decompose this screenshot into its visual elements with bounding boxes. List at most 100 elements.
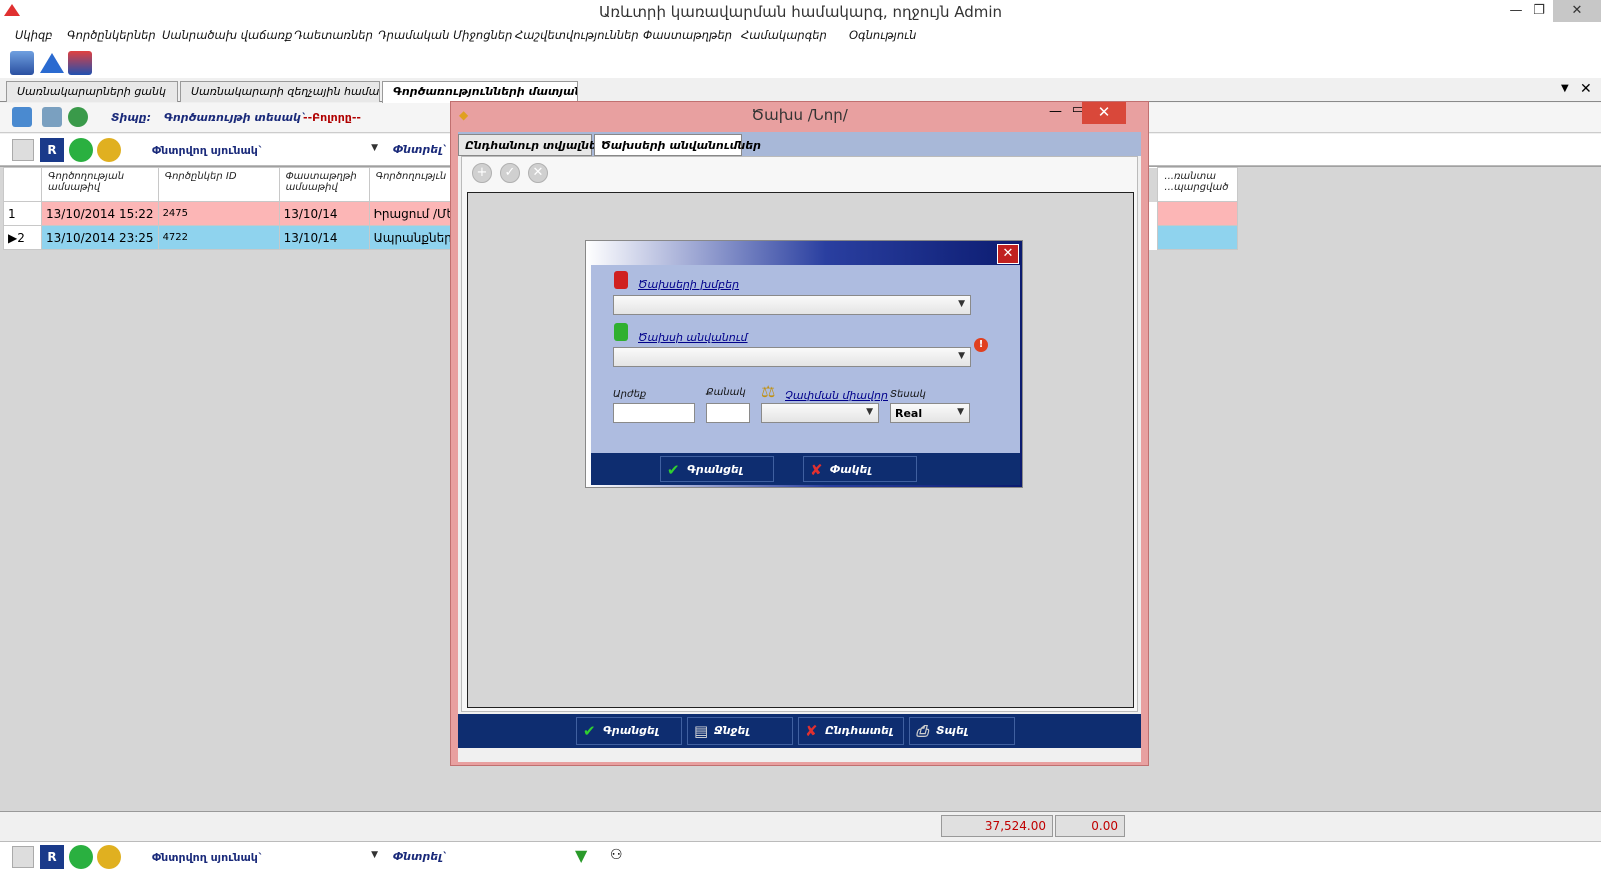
search-label: Փնտրել` <box>393 143 448 156</box>
new-doc-icon[interactable] <box>12 107 32 127</box>
report-icon[interactable]: R <box>40 845 64 869</box>
cell-date: 13/10/2014 15:22 <box>41 201 159 226</box>
row-number: ▶2 <box>3 225 42 250</box>
check-icon: ✔ <box>583 722 596 740</box>
menu-documents[interactable]: Փաստաթղթեր <box>643 28 732 42</box>
type-label: Տիպը: <box>111 111 152 124</box>
menu-retail[interactable]: Սանրածախ վաճառք <box>162 28 292 42</box>
save-button-label: Գրանցել <box>603 724 659 737</box>
tab-expense-names[interactable]: Ծախսերի անվանումներ <box>594 134 761 156</box>
tabs-close-icon[interactable]: ✕ <box>1580 81 1592 97</box>
play-icon[interactable] <box>69 138 93 162</box>
close-button[interactable]: ✕ <box>1553 0 1601 22</box>
shop-icon[interactable] <box>10 51 34 75</box>
qty-input[interactable] <box>706 403 750 423</box>
unit-select[interactable]: ▼ <box>761 403 879 423</box>
dialog-tabs: Ընդհանուր տվյալներ Ծախսերի անվանումներ <box>458 132 1141 156</box>
tab-supplier-discount[interactable]: Սառնակարարի զեղչային համակ... <box>180 81 380 102</box>
total-sum: 37,524.00 <box>941 815 1053 837</box>
tab-suppliers-list[interactable]: Սառնակարարների ցանկ <box>6 81 178 102</box>
edit-doc-icon[interactable] <box>42 107 62 127</box>
menu-reference[interactable]: Դաետառներ <box>294 28 373 42</box>
tabs-dropdown-icon[interactable]: ▼ <box>1561 83 1569 94</box>
dialog-title: Ծախս /Նոր/ <box>751 106 848 124</box>
op-type-select[interactable]: --Բոլորը-- <box>303 111 361 124</box>
cross-icon: ✘ <box>810 461 823 479</box>
menu-systems[interactable]: Համակարգեր <box>741 28 827 42</box>
bottom-toolbar: R Փնտրվող սյունակ` ▼ Փնտրել` ▼ ⚇ <box>0 841 1601 871</box>
menu-cash[interactable]: Դրամական Միջոցներ <box>378 28 512 42</box>
users-lock-icon[interactable] <box>97 138 121 162</box>
filter-icon[interactable]: ▼ <box>575 846 587 865</box>
cell-doc-date: 13/10/14 <box>278 225 370 250</box>
chevron-down-icon: ▼ <box>371 850 378 860</box>
search-column-select[interactable]: Փնտրվող սյունակ` ▼ <box>145 140 383 160</box>
remove-icon[interactable]: ✕ <box>528 163 548 183</box>
menu-start[interactable]: Սկիզբ <box>15 28 53 42</box>
modal-close-button[interactable]: ✕ <box>997 244 1019 264</box>
warehouse-icon[interactable] <box>68 51 92 75</box>
chevron-down-icon: ▼ <box>958 299 965 309</box>
delete-button[interactable]: ▤ Ջնջել <box>687 717 793 745</box>
save-button[interactable]: ✔ Գրանցել <box>576 717 682 745</box>
abort-button-label: Ընդհատել <box>825 724 893 737</box>
printer-icon: ⎙ <box>916 722 929 740</box>
type-label: Տեսակ <box>890 389 926 400</box>
search-column-select-bottom[interactable]: Փնտրվող սյունակ` ▼ <box>145 847 383 867</box>
expense-group-select[interactable]: ▼ <box>613 295 971 315</box>
add-icon[interactable]: + <box>472 163 492 183</box>
check-icon: ✔ <box>667 461 680 479</box>
abort-button[interactable]: ✘ Ընդհատել <box>798 717 904 745</box>
modal-close-label: Փակել <box>830 463 872 476</box>
modal-close-btn[interactable]: ✘ Փակել <box>803 456 917 482</box>
pyramid-icon[interactable] <box>40 53 64 73</box>
modal-save-button[interactable]: ✔ Գրանցել <box>660 456 774 482</box>
menu-help[interactable]: Օգնություն <box>849 28 916 42</box>
users-lock-icon[interactable] <box>97 845 121 869</box>
bag-red-icon <box>614 271 628 289</box>
cell-extra <box>1157 225 1239 250</box>
report-icon[interactable]: R <box>40 138 64 162</box>
column-header[interactable]: Գործընկեր ID <box>157 167 280 202</box>
menu-partners[interactable]: Գործընկերներ <box>67 28 156 42</box>
type-select-value: Real <box>895 407 923 420</box>
menu-bar: Սկիզբ Գործընկերներ Սանրածախ վաճառք Դաետա… <box>0 24 1601 46</box>
excel-icon[interactable] <box>12 846 34 868</box>
dialog-minimize-button[interactable]: — <box>1049 104 1062 119</box>
excel-icon[interactable] <box>12 139 34 161</box>
main-toolbar <box>0 46 1601 78</box>
column-header[interactable]: ...ռանտա ...պարցված <box>1157 167 1239 202</box>
op-type-label: Գործառույթի տեսակ` <box>164 111 307 124</box>
expense-name-link[interactable]: Ծախսի անվանում <box>638 331 748 344</box>
column-header[interactable]: Փաստաթղթի ամսաթիվ <box>278 167 370 202</box>
cell-partner: 4722 <box>157 225 280 250</box>
expense-group-link[interactable]: Ծախսերի խմբեր <box>638 278 739 291</box>
hierarchy-icon[interactable]: ⚇ <box>610 847 623 863</box>
type-select[interactable]: Real ▼ <box>890 403 970 423</box>
expense-entry-modal: ✕ Ծախսերի խմբեր ▼ Ծախսի անվանում ▼ ! Արժ… <box>585 240 1023 488</box>
tab-operations-log[interactable]: Գործառությունների մատյան <box>382 81 578 103</box>
modal-save-label: Գրանցել <box>687 463 743 476</box>
chevron-down-icon: ▼ <box>866 407 873 417</box>
error-icon: ! <box>974 338 988 352</box>
tab-general-data[interactable]: Ընդհանուր տվյալներ <box>458 134 605 156</box>
play-icon[interactable] <box>69 845 93 869</box>
modal-body: Ծախսերի խմբեր ▼ Ծախսի անվանում ▼ ! Արժեք… <box>591 265 1020 453</box>
print-button-label: Տպել <box>936 724 968 737</box>
expense-name-select[interactable]: ▼ <box>613 347 971 367</box>
cell-date: 13/10/2014 23:25 <box>41 225 159 250</box>
confirm-icon[interactable]: ✓ <box>500 163 520 183</box>
total-sum-2: 0.00 <box>1055 815 1125 837</box>
chevron-down-icon: ▼ <box>958 351 965 361</box>
delete-button-label: Ջնջել <box>714 724 750 737</box>
delete-icon: ▤ <box>694 722 709 740</box>
value-input[interactable] <box>613 403 695 423</box>
menu-reports[interactable]: Հաշվետվություններ <box>515 28 639 42</box>
document-tabs: Սառնակարարների ցանկ Սառնակարարի զեղչային… <box>0 80 1601 103</box>
search-column-label: Փնտրվող սյունակ` <box>152 144 264 157</box>
dialog-close-button[interactable]: ✕ <box>1082 102 1126 124</box>
print-button[interactable]: ⎙ Տպել <box>909 717 1015 745</box>
refresh-icon[interactable] <box>68 107 88 127</box>
unit-link[interactable]: Չափման միավոր <box>785 389 888 402</box>
column-header[interactable]: Գործողության ամսաթիվ <box>41 167 159 202</box>
